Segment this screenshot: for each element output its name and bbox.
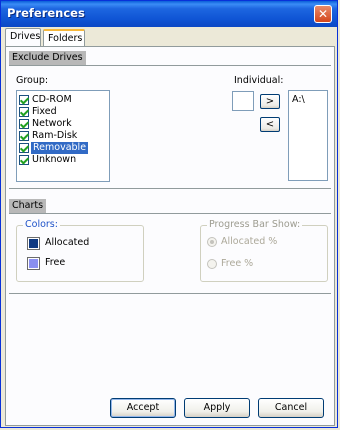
group-listbox[interactable]: CD-ROM Fixed Network Ram-Disk Removable … [16, 90, 110, 182]
charts-divider [9, 213, 331, 214]
tab-panel-drives: Exclude Drives Group: Individual: CD-ROM… [5, 46, 335, 426]
close-icon[interactable]: ✕ [314, 5, 332, 23]
checkbox[interactable] [19, 107, 29, 117]
allocated-percent-label: Allocated % [221, 236, 278, 247]
individual-drive-input[interactable] [232, 91, 254, 111]
charts-header: Charts [9, 199, 47, 213]
individual-label: Individual: [234, 75, 284, 86]
apply-button[interactable]: Apply [184, 398, 250, 418]
cancel-button[interactable]: Cancel [258, 398, 324, 418]
preferences-window: Preferences ✕ Drives Folders Exclude Dri… [0, 0, 338, 428]
window-title: Preferences [7, 6, 85, 20]
charts-bottom-divider [9, 293, 331, 294]
individual-listbox[interactable]: A:\ [288, 90, 328, 181]
free-color-swatch[interactable] [27, 257, 40, 270]
tab-folders[interactable]: Folders [43, 29, 85, 46]
allocated-percent-radio[interactable] [207, 237, 217, 247]
add-drive-button[interactable]: > [260, 94, 280, 109]
checkbox[interactable] [19, 143, 29, 153]
progress-bar-title: Progress Bar Show: [207, 219, 303, 230]
progress-bar-groupbox: Progress Bar Show: Allocated % Free % [200, 219, 328, 282]
allocated-color-label: Allocated [45, 237, 90, 248]
checkbox[interactable] [19, 119, 29, 129]
section-divider [9, 188, 331, 189]
free-percent-label: Free % [221, 258, 254, 269]
tab-drives[interactable]: Drives [5, 28, 41, 46]
checkbox[interactable] [19, 95, 29, 105]
individual-item[interactable]: A:\ [292, 94, 305, 105]
free-color-label: Free [45, 257, 66, 268]
colors-title: Colors: [23, 219, 60, 230]
exclude-drives-header: Exclude Drives [9, 51, 86, 65]
checkbox[interactable] [19, 131, 29, 141]
colors-groupbox: Colors: Allocated Free [16, 219, 144, 282]
allocated-color-swatch[interactable] [27, 237, 40, 250]
group-label: Group: [16, 75, 49, 86]
accept-button[interactable]: Accept [110, 398, 176, 418]
checkbox[interactable] [19, 155, 29, 165]
title-bar[interactable]: Preferences ✕ [1, 1, 337, 27]
exclude-drives-divider [9, 65, 331, 66]
remove-drive-button[interactable]: < [260, 117, 280, 132]
free-percent-radio[interactable] [207, 259, 217, 269]
